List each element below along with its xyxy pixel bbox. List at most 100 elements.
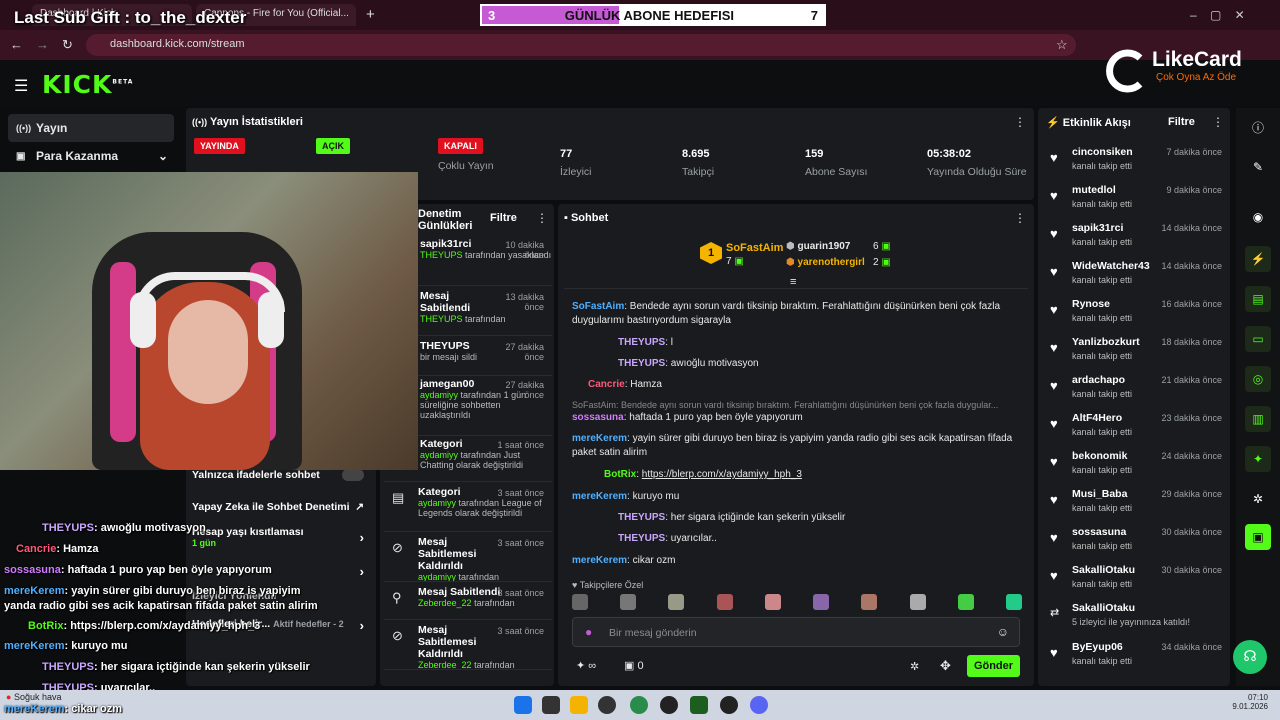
layout-icon[interactable]: ▥: [1245, 406, 1271, 432]
account-age-setting[interactable]: Hesap yaşı kısıtlaması 1 gün ›: [192, 526, 370, 548]
wrench-icon[interactable]: ✦: [1245, 446, 1271, 472]
activity-name[interactable]: ardachapo: [1072, 374, 1125, 386]
stat-value: 8.695: [682, 148, 710, 160]
chat-username[interactable]: THEYUPS: [572, 533, 665, 544]
activity-name[interactable]: sossasuna: [1072, 526, 1126, 538]
chat-username[interactable]: THEYUPS: [572, 337, 665, 348]
gifts-display[interactable]: ▣ 0: [624, 659, 644, 672]
activity-name[interactable]: bekonomik: [1072, 450, 1127, 462]
activity-item: ♥ cinconsiken 7 dakika önce kanalı takip et…: [1046, 146, 1226, 182]
emoji-icon[interactable]: ☺: [997, 625, 1009, 639]
windows-start-icon[interactable]: [514, 696, 532, 714]
camera-icon[interactable]: ◉: [1245, 204, 1271, 230]
mod-tools-icon[interactable]: ✥: [940, 658, 951, 674]
emote-icon[interactable]: [1005, 594, 1022, 610]
lightning-icon[interactable]: ⚡: [1245, 246, 1271, 272]
task-view-icon[interactable]: [542, 696, 560, 714]
url-input[interactable]: dashboard.kick.com/stream: [86, 34, 1076, 56]
forward-icon[interactable]: →: [36, 37, 49, 52]
top-gifter-1-name[interactable]: SoFastAim: [726, 242, 783, 254]
chat-username[interactable]: sossasuna: [572, 412, 624, 423]
activity-name[interactable]: SakalliOtaku: [1072, 564, 1135, 576]
broadcast-icon[interactable]: ◎: [1245, 366, 1271, 392]
emote-only-setting[interactable]: Yalnızca ifadelerle sohbet: [192, 469, 370, 481]
emote-only-toggle[interactable]: [342, 469, 364, 481]
ai-moderation-setting[interactable]: Yapay Zeka ile Sohbet Denetimi ↗: [192, 501, 370, 513]
emote-icon[interactable]: [909, 594, 926, 610]
top-gifter-3[interactable]: ⬢ yarenothergirl 2 ▣: [786, 257, 891, 268]
app-icon[interactable]: ▣: [1245, 524, 1271, 550]
mic-icon[interactable]: ●: [585, 625, 592, 639]
back-icon[interactable]: ←: [10, 37, 23, 52]
discord-icon[interactable]: [750, 696, 768, 714]
activity-name[interactable]: mutedlol: [1072, 184, 1116, 196]
edit-icon[interactable]: ✎: [1245, 154, 1271, 180]
emote-icon[interactable]: ✲: [1245, 486, 1271, 512]
send-button[interactable]: Gönder: [967, 655, 1020, 677]
info-icon[interactable]: ⓘ: [1245, 114, 1271, 140]
activity-name[interactable]: SakalliOtaku: [1072, 602, 1135, 614]
modlog-title: Denetim Günlükleri: [418, 208, 473, 232]
activity-name[interactable]: sapik31rci: [1072, 222, 1123, 234]
menu-icon[interactable]: ☰: [14, 76, 28, 96]
modlog-item-time: 27 dakika önce: [505, 342, 544, 362]
chat-settings-icon[interactable]: ✲: [910, 660, 919, 673]
chat-link[interactable]: https://blerp.com/x/aydamiyy_hph_3: [642, 469, 802, 480]
emote-icon[interactable]: [716, 594, 733, 610]
chat-more-icon[interactable]: ⋮: [1014, 211, 1026, 225]
clock[interactable]: 07:10 9.01.2026: [1232, 693, 1268, 711]
emote-icon[interactable]: [764, 594, 781, 610]
modlog-filter-button[interactable]: Filtre: [490, 212, 517, 224]
support-headset-icon[interactable]: ☊: [1233, 640, 1267, 674]
chat-input[interactable]: ● Bir mesaj gönderin ☺: [572, 617, 1020, 647]
modlog-item-time: 3 saat önce: [497, 588, 544, 598]
activity-name[interactable]: AltF4Hero: [1072, 412, 1122, 424]
stats-more-icon[interactable]: ⋮: [1014, 115, 1026, 129]
chat-icon[interactable]: ▭: [1245, 326, 1271, 352]
expand-gifters-icon[interactable]: ≡: [790, 276, 796, 288]
emote-icon[interactable]: [861, 594, 878, 610]
emote-icon[interactable]: [668, 594, 685, 610]
chat-username[interactable]: BotRix: [572, 469, 636, 480]
activity-name[interactable]: cinconsiken: [1072, 146, 1133, 158]
modlog-item-by: Zeberdee_22: [418, 598, 472, 608]
bookmark-star-icon[interactable]: ☆: [1056, 37, 1068, 53]
chat-username[interactable]: THEYUPS: [572, 358, 665, 369]
emote-icon[interactable]: [620, 594, 637, 610]
kick-app-icon[interactable]: [690, 696, 708, 714]
emote-icon[interactable]: [957, 594, 974, 610]
chat-username[interactable]: SoFastAim: [572, 301, 624, 312]
chat-username[interactable]: mereKerem: [572, 491, 627, 502]
file-explorer-icon[interactable]: [570, 696, 588, 714]
chat-reply-preview[interactable]: SoFastAim: Bendede aynı sorun vardı tiks…: [572, 398, 1022, 412]
activity-name[interactable]: WideWatcher43: [1072, 260, 1150, 272]
app-g2-icon[interactable]: [720, 696, 738, 714]
activity-name[interactable]: Rynose: [1072, 298, 1110, 310]
reload-icon[interactable]: ↻: [62, 37, 73, 53]
chat-username[interactable]: mereKerem: [572, 433, 627, 444]
nav-item-yayin[interactable]: ((•)) Yayın: [8, 114, 174, 142]
new-tab-icon[interactable]: +: [366, 6, 375, 23]
obs-icon[interactable]: [598, 696, 616, 714]
chat-username[interactable]: mereKerem: [572, 555, 627, 566]
kick-logo[interactable]: KICKBETA: [42, 70, 133, 99]
document-icon[interactable]: ▤: [1245, 286, 1271, 312]
emote-icon[interactable]: [813, 594, 830, 610]
activity-name[interactable]: Musi_Baba: [1072, 488, 1127, 500]
modlog-more-icon[interactable]: ⋮: [536, 211, 548, 225]
activity-filter-button[interactable]: Filtre: [1168, 116, 1195, 128]
chrome-icon[interactable]: [630, 696, 648, 714]
top-gifter-2[interactable]: ⬢ guarin1907 6 ▣: [786, 241, 891, 252]
activity-title: ⚡ Etkinlik Akışı: [1046, 116, 1131, 129]
emote-icon[interactable]: [572, 594, 588, 610]
weather-widget[interactable]: ● Soğuk hava: [6, 692, 62, 702]
activity-name[interactable]: Yanlizbozkurt: [1072, 336, 1140, 348]
activity-name[interactable]: ByEyup06: [1072, 641, 1123, 653]
window-controls[interactable]: – ▢ ✕: [1190, 8, 1245, 22]
nav-item-para-kazanma[interactable]: ▣ Para Kazanma ⌄: [8, 142, 174, 170]
chat-username[interactable]: Cancrie: [572, 379, 625, 390]
chat-username[interactable]: THEYUPS: [572, 512, 665, 523]
points-display[interactable]: ✦ ∞: [576, 659, 596, 672]
activity-more-icon[interactable]: ⋮: [1212, 115, 1224, 129]
app-g-icon[interactable]: [660, 696, 678, 714]
